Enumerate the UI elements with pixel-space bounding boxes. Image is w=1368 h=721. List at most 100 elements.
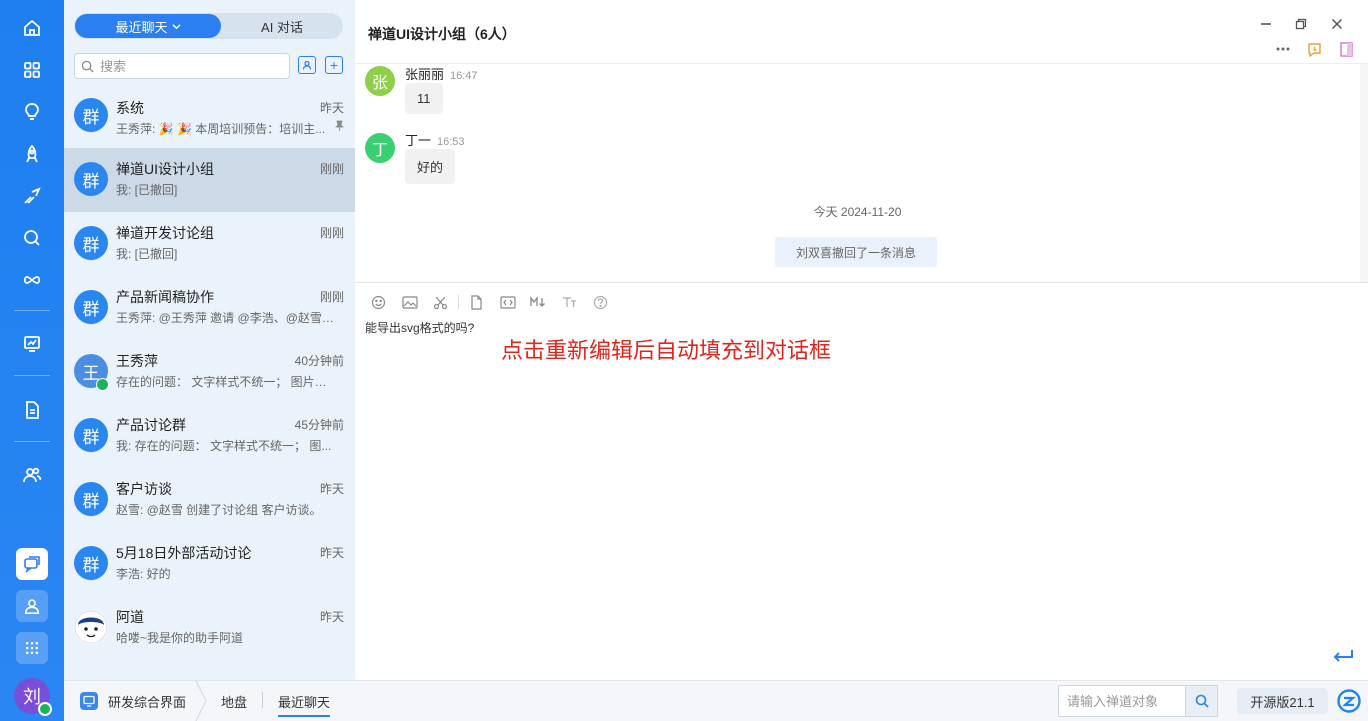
- conversation-preview: 哈喽~我是你的助手阿道: [116, 631, 244, 645]
- conversation-item[interactable]: 群 5月18日外部活动讨论 昨天李浩: 好的: [64, 532, 355, 596]
- conversation-item[interactable]: 王王秀萍 40分钟前 存在的问题： 文字样式不统一； 图片大...: [64, 340, 355, 404]
- code-icon[interactable]: [492, 293, 523, 311]
- conversation-name: 禅道UI设计小组: [116, 161, 214, 177]
- conversation-item[interactable]: 阿道 昨天哈喽~我是你的助手阿道: [64, 596, 355, 660]
- emoji-icon[interactable]: [363, 293, 394, 311]
- conversation-preview: 王秀萍: 🎉 🎉 本周培训预告：培训主...: [116, 122, 326, 136]
- conversation-preview: 李浩: 好的: [116, 567, 171, 581]
- message-list: 张 张丽丽 16:47 11 丁 丁一 16:53 好的 今天 2024-11-20…: [355, 64, 1360, 282]
- conversation-item[interactable]: 群禅道开发讨论组 刚刚 我: [已撤回]: [64, 212, 355, 276]
- list-mode-switch: 最近聊天 AI 对话: [74, 13, 343, 39]
- conversation-item[interactable]: 群产品新闻稿协作 刚刚 王秀萍: @王秀萍 邀请 @李浩、@赵雪 ...: [64, 276, 355, 340]
- tab-recent-label: 最近聊天: [115, 19, 168, 35]
- contacts-book-icon[interactable]: [298, 56, 316, 74]
- add-chat-icon[interactable]: +: [325, 56, 343, 74]
- conversation-time: 昨天: [319, 101, 344, 115]
- conversation-avatar: 群: [74, 162, 108, 196]
- app-menu-icon[interactable]: [16, 632, 48, 664]
- conversation-avatar: 群: [74, 546, 108, 580]
- board-icon[interactable]: [16, 328, 48, 360]
- conversation-time: 刚刚: [319, 290, 344, 304]
- breadcrumb-chevron-icon: [195, 681, 207, 721]
- more-options-icon[interactable]: [1274, 40, 1292, 58]
- conversation-name: 系统: [116, 100, 144, 116]
- conversation-name: 禅道开发讨论组: [116, 225, 214, 241]
- search-icon: [1195, 694, 1209, 708]
- sidebar-toggle-icon[interactable]: [1337, 40, 1355, 58]
- conversation-item[interactable]: 群禅道UI设计小组 刚刚 我: [已撤回]: [64, 148, 355, 212]
- conversation-preview: 我: [已撤回]: [116, 183, 178, 197]
- screenshot-icon[interactable]: [425, 293, 456, 311]
- chat-icon[interactable]: [16, 548, 48, 580]
- sender-name[interactable]: 张丽丽: [405, 67, 444, 82]
- chevron-down-icon: [171, 23, 181, 29]
- document-icon[interactable]: [16, 394, 48, 426]
- breadcrumb-workspace[interactable]: 研发综合界面: [108, 692, 186, 711]
- workspace-icon: [80, 692, 98, 710]
- conversation-time: 昨天: [319, 610, 344, 624]
- conversation-item[interactable]: 群产品讨论群 45分钟前 我: 存在的问题： 文字样式不统一； 图...: [64, 404, 355, 468]
- message-meta: 张丽丽 16:47: [405, 64, 478, 83]
- rocket-icon[interactable]: [16, 138, 48, 170]
- close-icon[interactable]: [1329, 16, 1345, 32]
- minimize-icon[interactable]: [1258, 16, 1274, 32]
- conversation-preview: 存在的问题： 文字样式不统一； 图片大...: [116, 375, 334, 389]
- message-time: 16:53: [437, 136, 465, 148]
- online-status-icon: [96, 378, 109, 391]
- breadcrumb-recent-chats[interactable]: 最近聊天: [278, 692, 331, 717]
- font-size-icon[interactable]: [554, 293, 585, 311]
- file-icon[interactable]: [461, 293, 492, 311]
- zentao-logo-icon[interactable]: [1337, 689, 1361, 713]
- breadcrumb-dashboard[interactable]: 地盘: [221, 692, 247, 711]
- team-icon[interactable]: [16, 459, 48, 491]
- message-scrollbar[interactable]: [1360, 64, 1368, 282]
- message-input[interactable]: 能导出svg格式的吗?: [365, 319, 474, 336]
- online-status-icon: [38, 702, 52, 716]
- tab-ai-chat[interactable]: AI 对话: [221, 13, 343, 39]
- sprint-icon[interactable]: [16, 180, 48, 212]
- annotation-text: 点击重新编辑后自动填充到对话框: [501, 338, 832, 363]
- message-bubble[interactable]: 好的: [405, 149, 456, 184]
- toolbar-divider: [458, 295, 459, 309]
- rail-divider: [14, 310, 50, 311]
- search-icon[interactable]: [16, 222, 48, 254]
- user-avatar[interactable]: 刘: [14, 678, 52, 716]
- rail-divider: [14, 441, 50, 442]
- sender-avatar[interactable]: 张: [365, 66, 395, 96]
- tab-recent-chats[interactable]: 最近聊天: [75, 14, 221, 38]
- conversation-avatar: 群: [74, 226, 108, 260]
- sender-avatar[interactable]: 丁: [365, 133, 395, 163]
- conversation-name: 产品讨论群: [116, 417, 186, 433]
- message-composer: 能导出svg格式的吗? 点击重新编辑后自动填充到对话框: [355, 282, 1368, 680]
- conversation-item[interactable]: 群系统 昨天 王秀萍: 🎉 🎉 本周培训预告：培训主...: [64, 74, 355, 148]
- composer-toolbar: [363, 293, 616, 311]
- recall-notice: 刘双喜撤回了一条消息: [775, 237, 937, 267]
- search-input[interactable]: [100, 58, 280, 74]
- conversation-name: 阿道: [116, 609, 144, 625]
- sender-name[interactable]: 丁一: [405, 133, 431, 148]
- status-bar: 研发综合界面 地盘 最近聊天 开源版21.1: [64, 680, 1368, 721]
- version-badge[interactable]: 开源版21.1: [1237, 688, 1328, 714]
- conversation-time: 昨天: [319, 546, 344, 560]
- contact-icon[interactable]: [16, 590, 48, 622]
- message-bubble[interactable]: 11: [405, 83, 443, 114]
- markdown-icon[interactable]: [523, 293, 554, 311]
- conversation-list-panel: 最近聊天 AI 对话 + 群系统昨天王秀萍: 🎉 🎉 本周培训预告：培训主...…: [64, 0, 355, 680]
- notice-icon[interactable]: [1305, 40, 1323, 58]
- conversation-avatar: 群: [74, 418, 108, 452]
- conversation-name: 5月18日外部活动讨论: [116, 545, 252, 561]
- restore-icon[interactable]: [1293, 16, 1309, 32]
- apps-grid-icon[interactable]: [16, 54, 48, 86]
- conversation-name: 产品新闻稿协作: [116, 289, 214, 305]
- infinity-icon[interactable]: [16, 264, 48, 296]
- object-search-button[interactable]: [1185, 685, 1218, 717]
- home-icon[interactable]: [16, 12, 48, 44]
- conversation-item[interactable]: 群客户访谈 昨天 赵雪: @赵雪 创建了讨论组 客户访谈。: [64, 468, 355, 532]
- message-meta: 丁一 16:53: [405, 130, 465, 149]
- send-icon[interactable]: [1332, 644, 1354, 670]
- lightbulb-icon[interactable]: [16, 96, 48, 128]
- image-icon[interactable]: [394, 293, 425, 311]
- conversation-preview: 我: 存在的问题： 文字样式不统一； 图...: [116, 439, 332, 453]
- help-icon[interactable]: [585, 293, 616, 311]
- tab-ai-label: AI 对话: [261, 19, 303, 35]
